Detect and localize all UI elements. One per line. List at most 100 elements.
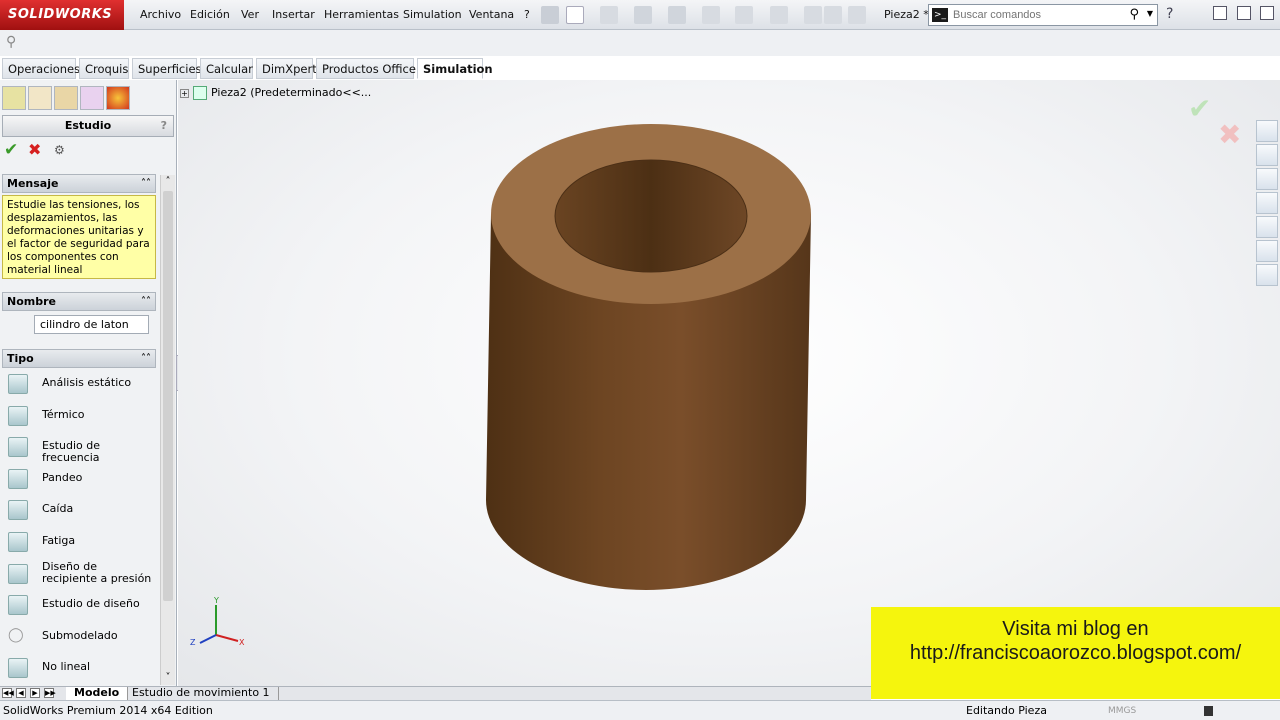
tab-croquis[interactable]: Croquis [79,58,129,79]
select-icon[interactable] [770,6,788,24]
name-group-header[interactable]: Nombre ˄˄ [2,292,156,311]
panel-scrollbar[interactable]: ˄ ˅ [160,175,175,685]
solidworks-resources-icon[interactable] [1256,120,1278,142]
status-icon[interactable] [1204,706,1213,716]
menu-ver[interactable]: Ver [241,8,259,21]
tab-motion-study[interactable]: Estudio de movimiento 1 [124,687,279,700]
study-name-field[interactable]: cilindro de laton [34,315,149,334]
name-group: Nombre ˄˄ cilindro de laton [2,292,156,334]
collapse-icon[interactable]: ˄˄ [141,293,151,310]
file-properties-icon[interactable] [824,6,842,24]
help-icon[interactable]: ? [1166,6,1173,22]
blog-banner-url[interactable]: http://franciscoaorozco.blogspot.com/ [871,642,1280,665]
menu-insertar[interactable]: Insertar [272,8,315,21]
study-type-buckling[interactable]: Pandeo [2,463,156,495]
menu-help[interactable]: ? [524,8,530,21]
menu-edicion[interactable]: Edición [190,8,230,21]
tab-simulation[interactable]: Simulation [417,58,493,79]
tab-productos-office[interactable]: Productos Office [316,58,416,79]
first-tab-icon[interactable]: ◀◀ [2,688,14,698]
next-tab-icon[interactable]: ▶ [30,688,40,698]
confirm-corner-check-icon[interactable]: ✔ [1188,92,1211,125]
view-palette-icon[interactable] [1256,216,1278,238]
study-type-design-study[interactable]: Estudio de diseño [2,589,156,621]
study-type-static[interactable]: Análisis estático [2,368,156,400]
pin-icon[interactable] [541,6,559,24]
collapse-icon[interactable]: ˄˄ [141,350,151,367]
unit-system[interactable]: MMGS [1108,701,1136,720]
display-manager-icon[interactable] [106,86,130,110]
search-commands-field[interactable]: >_ ⚲ ▼ [928,4,1158,26]
dimxpert-manager-icon[interactable] [80,86,104,110]
viewport-window-controls [1174,80,1265,81]
study-type-label: Térmico [42,407,85,421]
custom-properties-icon[interactable] [1256,264,1278,286]
options-icon[interactable] [848,6,866,24]
blog-banner: Visita mi blog en http://franciscoaorozc… [871,607,1280,699]
study-type-drop-test[interactable]: Caída [2,494,156,526]
open-icon[interactable] [600,6,618,24]
study-type-label: Diseño de recipiente a presión [42,559,152,585]
document-title: Pieza2 * [884,8,929,21]
confirm-corner-cancel-icon[interactable]: ✖ [1218,118,1241,151]
task-pane-tabs [1256,120,1280,288]
file-explorer-icon[interactable] [1256,192,1278,214]
search-input[interactable] [953,8,1133,22]
zoom-icon[interactable]: ⚲ [6,34,16,50]
help-button[interactable]: ? [161,116,167,136]
close-button[interactable] [1260,6,1274,20]
product-edition: SolidWorks Premium 2014 x64 Edition [3,704,213,717]
study-type-pressure-vessel[interactable]: Diseño de recipiente a presión [2,558,156,590]
undo-icon[interactable] [702,6,720,24]
cancel-x-icon[interactable]: ✖ [28,140,41,159]
appearances-icon[interactable] [1256,240,1278,262]
ok-checkmark-icon[interactable]: ✔ [4,140,18,160]
menu-archivo[interactable]: Archivo [140,8,181,21]
search-icon[interactable]: ⚲ [1129,7,1139,22]
minimize-button[interactable] [1213,6,1227,20]
panel-tab-icons [0,86,160,110]
scroll-up-icon[interactable]: ˄ [161,175,175,189]
message-group-header[interactable]: Mensaje ˄˄ [2,174,156,193]
study-type-frequency[interactable]: Estudio de frecuencia [2,431,156,464]
tab-operaciones[interactable]: Operaciones [2,58,80,79]
study-type-nonlinear[interactable]: No lineal [2,652,156,684]
property-manager-icon[interactable] [28,86,52,110]
last-tab-icon[interactable]: ▶▶ [44,688,56,698]
fatigue-icon [8,531,28,552]
new-document-icon[interactable] [566,6,584,24]
type-group: Tipo ˄˄ Análisis estático Térmico Estudi… [2,349,156,684]
menu-ventana[interactable]: Ventana [469,8,514,21]
study-type-submodeling[interactable]: ◯ Submodelado [2,621,156,653]
reference-triad: Y X Z [190,596,245,647]
pushpin-icon[interactable]: ⚙ [54,143,65,157]
tab-superficies[interactable]: Superficies [132,58,202,79]
collapse-icon[interactable]: ˄˄ [141,175,151,192]
restore-button[interactable] [1236,6,1251,20]
menu-herramientas[interactable]: Herramientas [324,8,399,21]
study-type-fatigue[interactable]: Fatiga [2,526,156,558]
save-icon[interactable] [634,6,652,24]
rebuild-icon[interactable] [804,6,822,24]
part-model[interactable] [178,80,1280,686]
prev-tab-icon[interactable]: ◀ [16,688,26,698]
scroll-down-icon[interactable]: ˅ [161,671,175,685]
tab-calcular[interactable]: Calcular [200,58,253,79]
scroll-thumb[interactable] [163,191,173,601]
type-group-header[interactable]: Tipo ˄˄ [2,349,156,368]
design-library-icon[interactable] [1256,168,1278,190]
feature-tree-icon[interactable] [2,86,26,110]
graphics-area[interactable]: + Pieza2 (Predeterminado<<... ✔ ✖ Y X Z [178,80,1280,686]
home-icon[interactable] [1256,144,1278,166]
tab-dimxpert[interactable]: DimXpert [256,58,317,79]
chevron-down-icon[interactable]: ▼ [1147,9,1153,18]
submodeling-icon: ◯ [8,626,24,643]
study-type-thermal[interactable]: Térmico [2,400,156,432]
menu-simulation[interactable]: Simulation [403,8,462,21]
redo-icon[interactable] [735,6,753,24]
tab-modelo[interactable]: Modelo [66,687,129,700]
solidworks-logo[interactable]: SOLIDWORKS [0,0,124,30]
print-icon[interactable] [668,6,686,24]
study-type-label: No lineal [42,660,91,674]
configuration-manager-icon[interactable] [54,86,78,110]
